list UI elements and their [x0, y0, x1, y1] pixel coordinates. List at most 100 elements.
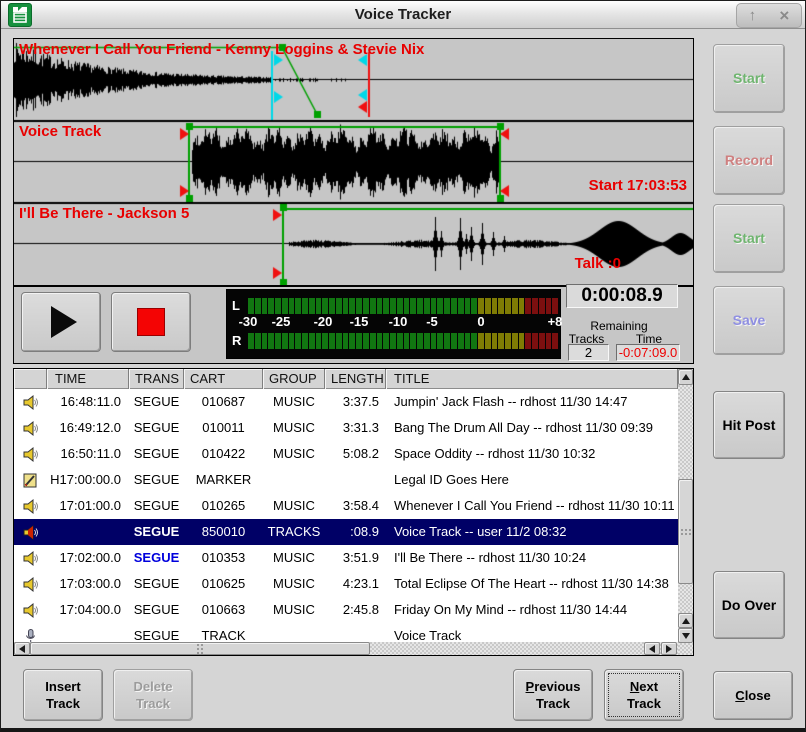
- cell-group: MUSIC: [263, 389, 325, 415]
- insert-track-button[interactable]: InsertTrack: [23, 669, 103, 721]
- table-row[interactable]: H17:00:00.0SEGUEMARKERLegal ID Goes Here: [14, 467, 678, 493]
- vu-meter: L R -30-25-20-15-10-50+8: [226, 289, 561, 359]
- cell-length: 4:23.1: [325, 571, 386, 597]
- table-row[interactable]: 17:02:00.0SEGUE010353MUSIC3:51.9I'll Be …: [14, 545, 678, 571]
- stop-button[interactable]: [111, 292, 191, 352]
- column-header-TITLE[interactable]: TITLE: [386, 369, 678, 389]
- window-title: Voice Tracker: [1, 6, 805, 23]
- cell-time: H17:00:00.0: [47, 467, 129, 493]
- vertical-scrollbar[interactable]: [678, 369, 693, 655]
- remaining-label: Remaining: [554, 319, 684, 333]
- cell-cart: TRACK: [184, 623, 263, 642]
- cell-cart: 010663: [184, 597, 263, 623]
- cell-cart: MARKER: [184, 467, 263, 493]
- shade-icon[interactable]: ↑: [749, 8, 757, 23]
- cell-group: MUSIC: [263, 441, 325, 467]
- table-row[interactable]: 16:49:12.0SEGUE010011MUSIC3:31.3Bang The…: [14, 415, 678, 441]
- cell-length: 3:58.4: [325, 493, 386, 519]
- column-header-TRANS[interactable]: TRANS: [129, 369, 184, 389]
- cell-title: Friday On My Mind -- rdhost 11/30 14:44: [386, 597, 678, 623]
- remaining-tracks-value: 2: [568, 344, 609, 361]
- speaker-icon: [14, 597, 47, 623]
- hit-post-button[interactable]: Hit Post: [713, 391, 785, 459]
- mic-icon: [14, 623, 47, 642]
- scroll-up-button[interactable]: [678, 369, 693, 385]
- cell-length: 5:08.2: [325, 441, 386, 467]
- previous-track-button[interactable]: PreviousTrack: [513, 669, 593, 721]
- cell-title: Space Oddity -- rdhost 11/30 10:32: [386, 441, 678, 467]
- cell-time: 16:50:11.0: [47, 441, 129, 467]
- scroll-left-button-2[interactable]: [644, 642, 660, 655]
- start-track1-button[interactable]: Start: [713, 44, 785, 113]
- cell-length: :08.9: [325, 519, 386, 545]
- voice-tracker-window: Voice Tracker ↑ × Whenever I Call You Fr…: [0, 0, 806, 732]
- waveform-canvas[interactable]: [14, 39, 693, 285]
- table-row[interactable]: 16:50:11.0SEGUE010422MUSIC5:08.2Space Od…: [14, 441, 678, 467]
- cell-time: 16:49:12.0: [47, 415, 129, 441]
- record-button[interactable]: Record: [713, 126, 785, 195]
- marker-icon: [14, 467, 47, 493]
- cell-trans: SEGUE: [129, 441, 184, 467]
- table-row[interactable]: 17:04:00.0SEGUE010663MUSIC2:45.8Friday O…: [14, 597, 678, 623]
- cell-time: 16:48:11.0: [47, 389, 129, 415]
- titlebar[interactable]: Voice Tracker ↑ ×: [1, 1, 805, 29]
- cell-cart: 010422: [184, 441, 263, 467]
- column-header-CART[interactable]: CART: [184, 369, 263, 389]
- cell-group: MUSIC: [263, 597, 325, 623]
- play-button[interactable]: [21, 292, 101, 352]
- horizontal-scrollbar[interactable]: [14, 642, 678, 655]
- cell-group: MUSIC: [263, 415, 325, 441]
- cell-group: MUSIC: [263, 571, 325, 597]
- elapsed-time-display: 0:00:08.9: [566, 284, 678, 308]
- remaining-time-value: -0:07:09.0: [616, 344, 680, 361]
- scroll-down-button[interactable]: [678, 628, 693, 643]
- delete-track-button[interactable]: DeleteTrack: [113, 669, 193, 721]
- scroll-left-button[interactable]: [14, 642, 30, 655]
- speaker-red-icon: [14, 519, 47, 545]
- cell-length: 2:45.8: [325, 597, 386, 623]
- waveform-panel: Whenever I Call You Friend - Kenny Loggi…: [13, 38, 694, 364]
- scroll-up-button-2[interactable]: [678, 613, 693, 628]
- vu-left-label: L: [232, 298, 246, 313]
- cell-time: 17:03:00.0: [47, 571, 129, 597]
- cell-trans: SEGUE: [129, 571, 184, 597]
- table-row[interactable]: 16:48:11.0SEGUE010687MUSIC3:37.5Jumpin' …: [14, 389, 678, 415]
- stop-icon: [137, 308, 165, 336]
- cell-trans: SEGUE: [129, 389, 184, 415]
- speaker-icon: [14, 441, 47, 467]
- cell-length: [325, 623, 386, 642]
- column-header-GROUP[interactable]: GROUP: [263, 369, 325, 389]
- vertical-scroll-thumb[interactable]: [678, 479, 693, 584]
- table-row[interactable]: SEGUETRACKVoice Track: [14, 623, 678, 642]
- cell-time: 17:02:00.0: [47, 545, 129, 571]
- horizontal-scroll-thumb[interactable]: [30, 642, 370, 655]
- cell-trans: SEGUE: [129, 415, 184, 441]
- scroll-right-button[interactable]: [661, 642, 677, 655]
- column-header-TIME[interactable]: TIME: [47, 369, 129, 389]
- column-header-LENGTH[interactable]: LENGTH: [325, 369, 386, 389]
- next-track-button[interactable]: NextTrack: [604, 669, 684, 721]
- cell-length: 3:37.5: [325, 389, 386, 415]
- cell-title: Voice Track: [386, 623, 678, 642]
- start-track2-button[interactable]: Start: [713, 204, 785, 273]
- cell-cart: 850010: [184, 519, 263, 545]
- vu-right-segments: [248, 333, 558, 349]
- cell-cart: 010625: [184, 571, 263, 597]
- table-row[interactable]: 17:01:00.0SEGUE010265MUSIC3:58.4Whenever…: [14, 493, 678, 519]
- save-button[interactable]: Save: [713, 286, 785, 355]
- table-row[interactable]: 17:03:00.0SEGUE010625MUSIC4:23.1Total Ec…: [14, 571, 678, 597]
- table-row[interactable]: SEGUE850010TRACKS:08.9Voice Track -- use…: [14, 519, 678, 545]
- close-button[interactable]: Close: [713, 671, 793, 720]
- cell-title: Bang The Drum All Day -- rdhost 11/30 09…: [386, 415, 678, 441]
- do-over-button[interactable]: Do Over: [713, 571, 785, 639]
- speaker-icon: [14, 493, 47, 519]
- play-icon: [51, 306, 77, 338]
- cell-time: [47, 519, 129, 545]
- speaker-icon: [14, 545, 47, 571]
- cell-trans: SEGUE: [129, 467, 184, 493]
- close-icon[interactable]: ×: [779, 8, 789, 23]
- cell-time: 17:04:00.0: [47, 597, 129, 623]
- cell-group: MUSIC: [263, 493, 325, 519]
- column-header-icon[interactable]: [14, 369, 47, 389]
- log-table-header: TIMETRANSCARTGROUPLENGTHTITLE: [14, 369, 678, 389]
